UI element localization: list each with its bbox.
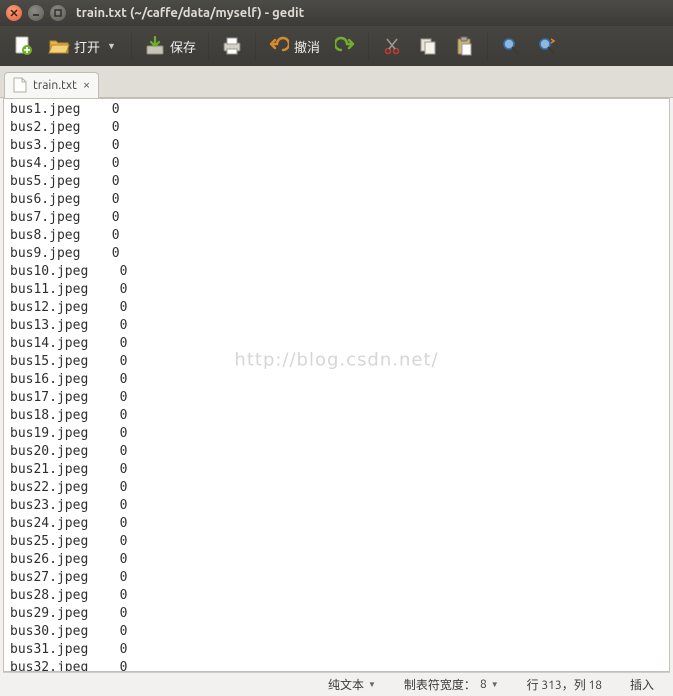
redo-button[interactable] — [328, 31, 362, 61]
editor-line: bus11.jpeg 0 — [10, 281, 663, 299]
tabbar: train.txt × — [0, 66, 673, 98]
maximize-button[interactable] — [50, 5, 66, 21]
statusbar: 纯文本 ▼ 制表符宽度： 8 ▼ 行 313，列 18 插入 — [3, 672, 670, 696]
cursor-position: 行 313，列 18 — [527, 676, 602, 693]
find-replace-icon — [536, 35, 558, 57]
toolbar-separator — [368, 33, 369, 59]
editor-line: bus10.jpeg 0 — [10, 263, 663, 281]
editor-line: bus12.jpeg 0 — [10, 299, 663, 317]
editor-line: bus25.jpeg 0 — [10, 533, 663, 551]
editor-line: bus28.jpeg 0 — [10, 587, 663, 605]
tabwidth-selector[interactable]: 制表符宽度： 8 ▼ — [404, 676, 499, 693]
undo-label: 撤消 — [294, 37, 320, 56]
editor-line: bus27.jpeg 0 — [10, 569, 663, 587]
paste-button[interactable] — [447, 31, 481, 61]
tabwidth-value: 8 — [480, 678, 487, 691]
window-title: train.txt (~/caffe/data/myself) - gedit — [76, 6, 304, 20]
open-label: 打开 — [74, 37, 100, 56]
copy-icon — [417, 35, 439, 57]
tab-label: train.txt — [33, 79, 77, 92]
open-dropdown-arrow[interactable]: ▼ — [104, 41, 119, 51]
minimize-button[interactable] — [28, 5, 44, 21]
print-icon — [221, 35, 243, 57]
print-button[interactable] — [215, 31, 249, 61]
syntax-label: 纯文本 — [328, 676, 364, 693]
copy-button[interactable] — [411, 31, 445, 61]
toolbar-separator — [131, 33, 132, 59]
replace-button[interactable] — [530, 31, 564, 61]
save-icon — [144, 35, 166, 57]
toolbar-separator — [255, 33, 256, 59]
editor-line: bus20.jpeg 0 — [10, 443, 663, 461]
scissors-icon — [381, 35, 403, 57]
editor-line: bus4.jpeg 0 — [10, 155, 663, 173]
editor-line: bus7.jpeg 0 — [10, 209, 663, 227]
titlebar: train.txt (~/caffe/data/myself) - gedit — [0, 0, 673, 26]
editor-line: bus1.jpeg 0 — [10, 101, 663, 119]
undo-button[interactable]: 撤消 — [262, 31, 326, 61]
editor-line: bus9.jpeg 0 — [10, 245, 663, 263]
tabwidth-label: 制表符宽度： — [404, 676, 476, 693]
editor-line: bus3.jpeg 0 — [10, 137, 663, 155]
editor-line: bus18.jpeg 0 — [10, 407, 663, 425]
editor-area[interactable]: bus1.jpeg 0bus2.jpeg 0bus3.jpeg 0bus4.jp… — [3, 98, 670, 672]
open-button[interactable]: 打开 ▼ — [42, 31, 125, 61]
paste-icon — [453, 35, 475, 57]
toolbar: 打开 ▼ 保存 撤消 — [0, 26, 673, 66]
search-icon — [500, 35, 522, 57]
file-icon — [13, 77, 27, 93]
editor-line: bus6.jpeg 0 — [10, 191, 663, 209]
dropdown-arrow-icon: ▼ — [491, 680, 499, 689]
editor-line: bus26.jpeg 0 — [10, 551, 663, 569]
redo-icon — [334, 35, 356, 57]
editor-line: bus23.jpeg 0 — [10, 497, 663, 515]
editor-line: bus17.jpeg 0 — [10, 389, 663, 407]
window-controls — [6, 5, 66, 21]
find-button[interactable] — [494, 31, 528, 61]
editor-line: bus29.jpeg 0 — [10, 605, 663, 623]
position-label: 行 313，列 18 — [527, 676, 602, 693]
editor-line: bus8.jpeg 0 — [10, 227, 663, 245]
editor-line: bus2.jpeg 0 — [10, 119, 663, 137]
insert-mode[interactable]: 插入 — [630, 676, 654, 693]
editor-line: bus15.jpeg 0 — [10, 353, 663, 371]
new-file-button[interactable] — [6, 31, 40, 61]
save-button[interactable]: 保存 — [138, 31, 202, 61]
editor-line: bus32.jpeg 0 — [10, 659, 663, 672]
tab-close-button[interactable]: × — [83, 78, 90, 92]
toolbar-separator — [208, 33, 209, 59]
toolbar-separator — [487, 33, 488, 59]
syntax-selector[interactable]: 纯文本 ▼ — [328, 676, 376, 693]
tab-train-txt[interactable]: train.txt × — [4, 72, 99, 98]
editor-line: bus22.jpeg 0 — [10, 479, 663, 497]
editor-line: bus31.jpeg 0 — [10, 641, 663, 659]
editor-line: bus21.jpeg 0 — [10, 461, 663, 479]
editor-line: bus14.jpeg 0 — [10, 335, 663, 353]
dropdown-arrow-icon: ▼ — [368, 680, 376, 689]
editor-line: bus16.jpeg 0 — [10, 371, 663, 389]
mode-label: 插入 — [630, 676, 654, 693]
save-label: 保存 — [170, 37, 196, 56]
open-folder-icon — [48, 35, 70, 57]
editor-line: bus24.jpeg 0 — [10, 515, 663, 533]
editor-line: bus30.jpeg 0 — [10, 623, 663, 641]
editor-line: bus13.jpeg 0 — [10, 317, 663, 335]
editor-line: bus5.jpeg 0 — [10, 173, 663, 191]
close-button[interactable] — [6, 5, 22, 21]
cut-button[interactable] — [375, 31, 409, 61]
undo-icon — [268, 35, 290, 57]
editor-line: bus19.jpeg 0 — [10, 425, 663, 443]
new-file-icon — [12, 35, 34, 57]
